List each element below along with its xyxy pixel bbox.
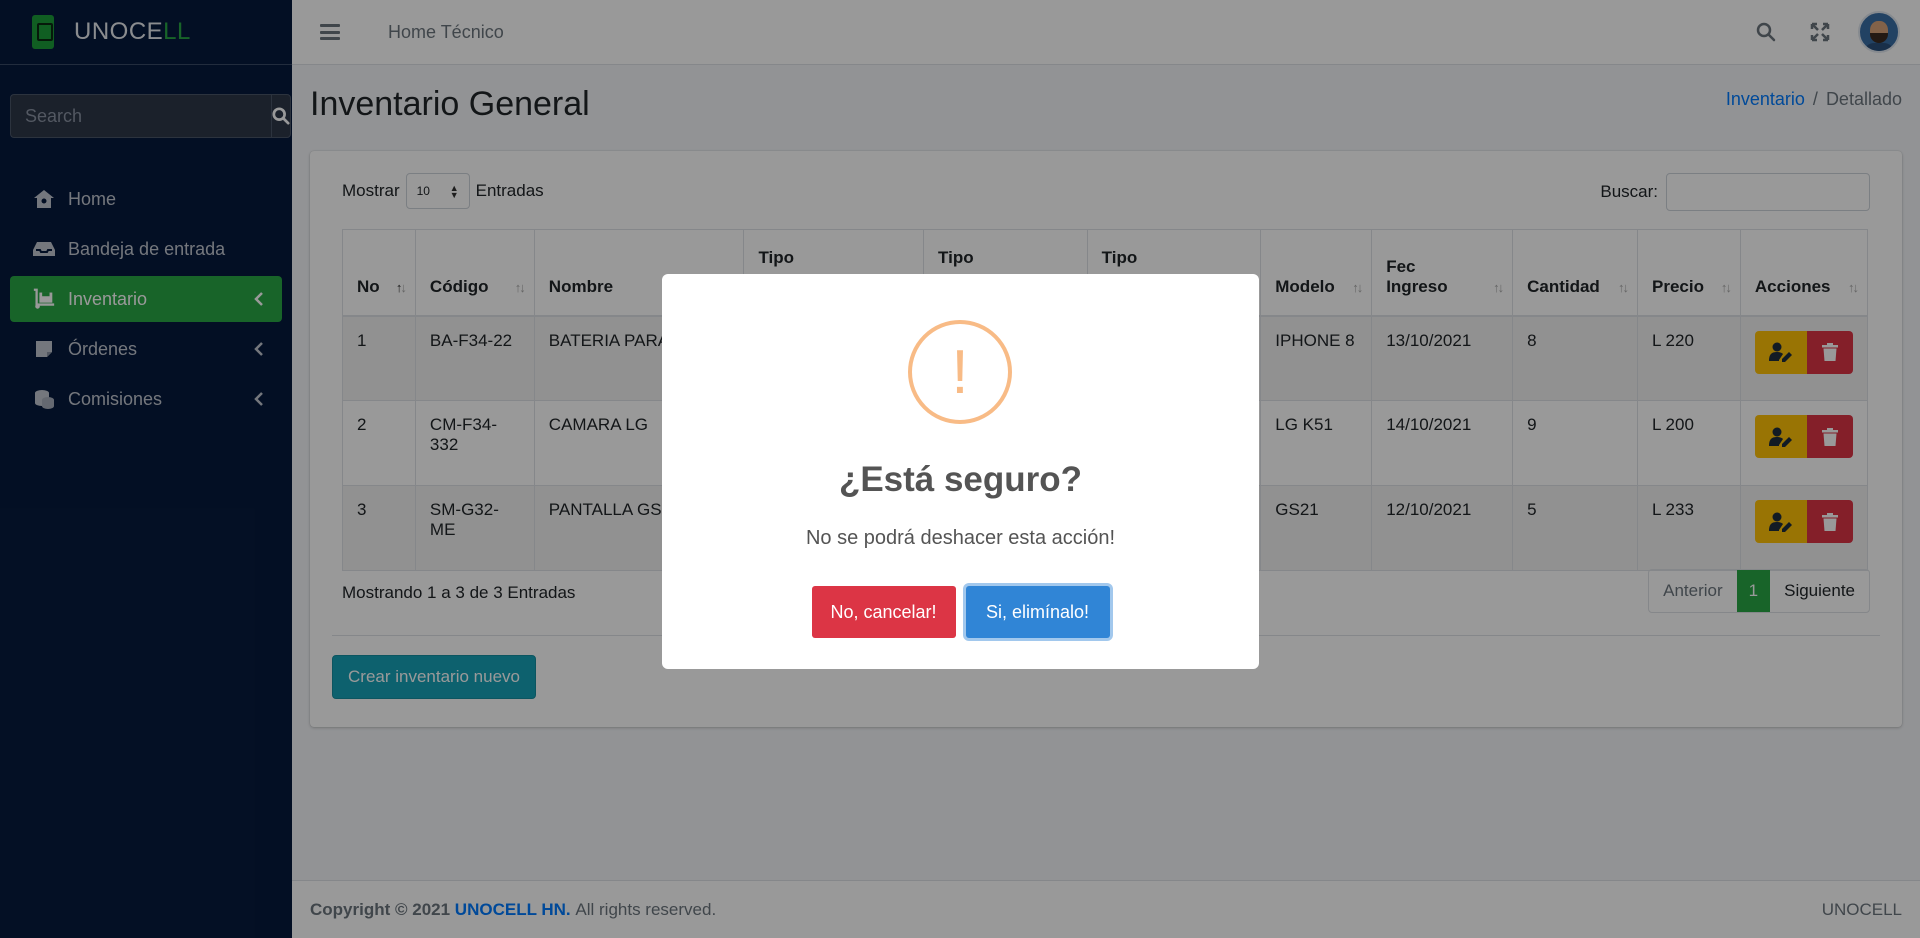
confirm-delete-button[interactable]: Si, elimínalo! — [965, 586, 1110, 638]
cancel-button[interactable]: No, cancelar! — [811, 586, 956, 638]
warning-icon: ! — [908, 320, 1012, 424]
confirm-dialog: ! ¿Está seguro? No se podrá deshacer est… — [662, 274, 1259, 669]
dialog-message: No se podrá deshacer esta acción! — [805, 527, 1116, 549]
dialog-title: ¿Está seguro? — [838, 460, 1083, 499]
dialog-actions: No, cancelar! Si, elimínalo! — [662, 586, 1259, 638]
warning-icon-glyph: ! — [951, 337, 969, 407]
